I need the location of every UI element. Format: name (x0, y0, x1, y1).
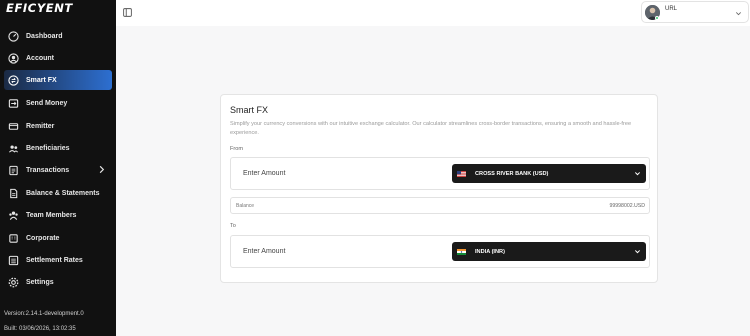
settings-icon (8, 277, 19, 288)
transactions-icon (8, 165, 19, 176)
us-flag-icon (457, 170, 466, 177)
sidebar-item-send-money[interactable]: Send Money (4, 93, 112, 113)
from-row: CROSS RIVER BANK (USD) (230, 157, 650, 190)
online-status-dot (655, 16, 659, 20)
sidebar: EFICYENT Dashboard Account Smart FX Send… (0, 0, 116, 336)
sidebar-item-label: Corporate (26, 234, 60, 242)
from-currency-label: CROSS RIVER BANK (USD) (475, 170, 549, 177)
balance-value: 99998002.USD (609, 203, 645, 209)
sidebar-item-corporate[interactable]: Corporate (4, 228, 112, 248)
chevron-down-icon (634, 172, 641, 176)
page-description: Simplify your currency conversions with … (230, 121, 632, 136)
from-label: From (230, 146, 244, 152)
sidebar-item-remitter[interactable]: Remitter (4, 116, 112, 136)
app-version: Version:2.14.1-development.0 (4, 311, 84, 317)
india-flag-icon (457, 248, 466, 255)
sidebar-toggle-icon[interactable] (123, 8, 132, 17)
sidebar-item-label: Remitter (26, 122, 55, 130)
user-name: URL (665, 6, 678, 12)
sidebar-item-dashboard[interactable]: Dashboard (4, 26, 112, 46)
sidebar-item-label: Account (26, 54, 54, 62)
send-icon (8, 98, 19, 109)
sidebar-item-settlement-rates[interactable]: Settlement Rates (4, 250, 112, 270)
to-amount-input[interactable] (232, 237, 437, 266)
top-bar: URL (116, 0, 750, 26)
sidebar-item-label: Dashboard (26, 32, 63, 40)
user-menu[interactable]: URL (641, 1, 749, 23)
statement-icon (8, 188, 19, 199)
to-currency-label: INDIA (INR) (475, 248, 505, 255)
sidebar-item-account[interactable]: Account (4, 48, 112, 68)
to-label: To (230, 223, 236, 229)
to-row: INDIA (INR) (230, 235, 650, 268)
balance-label: Balance (236, 203, 255, 209)
sidebar-item-label: Balance & Statements (26, 189, 100, 197)
rates-icon (8, 255, 19, 266)
sidebar-item-transactions[interactable]: Transactions (4, 160, 112, 180)
sidebar-item-label: Send Money (26, 99, 68, 107)
chevron-down-icon (634, 250, 641, 254)
sidebar-item-smart-fx[interactable]: Smart FX (4, 70, 112, 90)
brand-logo[interactable]: EFICYENT (6, 1, 73, 15)
sidebar-item-label: Beneficiaries (26, 144, 70, 152)
from-currency-select[interactable]: CROSS RIVER BANK (USD) (452, 164, 646, 183)
sidebar-item-label: Settings (26, 278, 54, 286)
main-content: Smart FX Simplify your currency conversi… (116, 26, 750, 336)
smart-fx-card: Smart FX Simplify your currency conversi… (220, 94, 658, 283)
build-timestamp: Built: 03/06/2026, 13:02:35 (4, 326, 76, 332)
balance-field: Balance 99998002.USD (230, 197, 650, 214)
chevron-right-icon[interactable] (97, 165, 106, 174)
beneficiaries-icon (8, 143, 19, 154)
remitter-icon (8, 121, 19, 132)
sidebar-item-beneficiaries[interactable]: Beneficiaries (4, 138, 112, 158)
sidebar-item-label: Settlement Rates (26, 256, 83, 264)
sidebar-item-team-members[interactable]: Team Members (4, 205, 112, 225)
corporate-icon (8, 233, 19, 244)
chevron-down-icon[interactable] (735, 10, 742, 17)
sidebar-item-settings[interactable]: Settings (4, 272, 112, 292)
exchange-icon (8, 74, 19, 86)
page-title: Smart FX (230, 105, 269, 115)
sidebar-item-label: Smart FX (26, 76, 57, 84)
sidebar-item-label: Transactions (26, 166, 70, 174)
dashboard-icon (8, 30, 19, 42)
sidebar-item-balance-statements[interactable]: Balance & Statements (4, 183, 112, 203)
sidebar-item-label: Team Members (26, 211, 77, 219)
to-currency-select[interactable]: INDIA (INR) (452, 242, 646, 261)
account-icon (8, 52, 19, 64)
from-amount-input[interactable] (232, 159, 437, 188)
team-icon (8, 210, 19, 221)
